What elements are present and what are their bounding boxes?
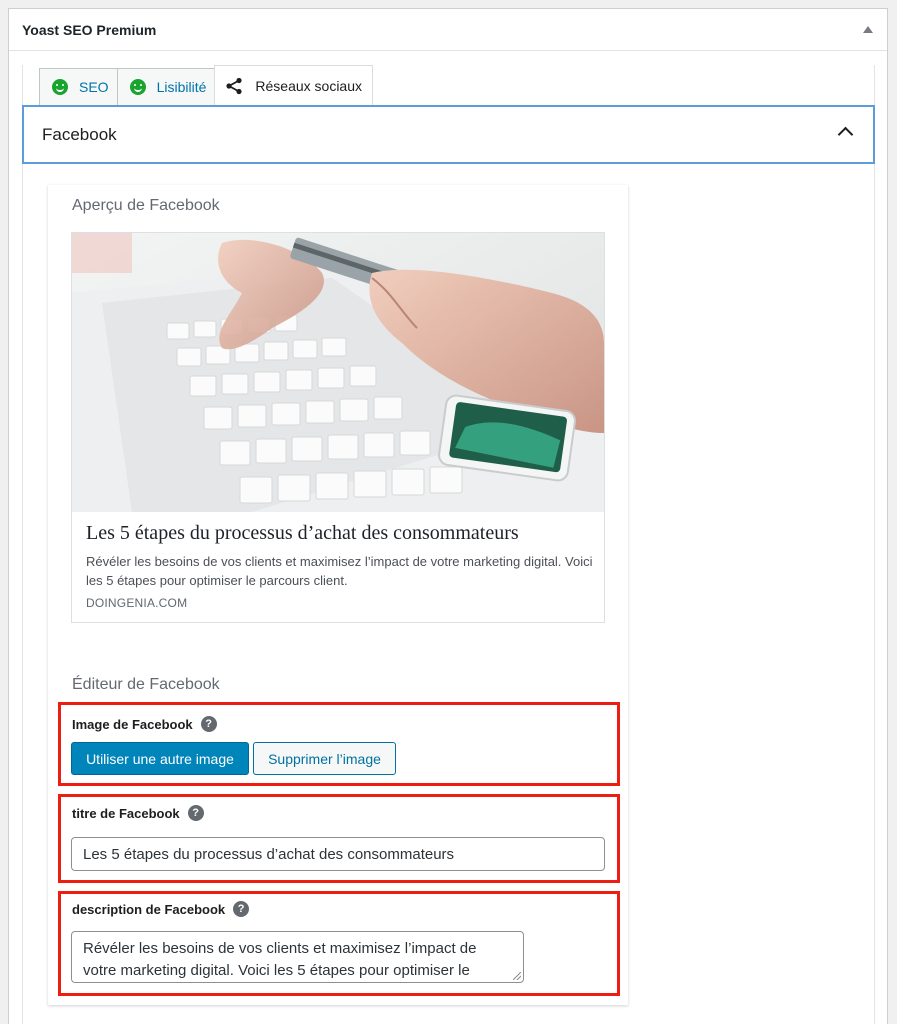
preview-heading: Aperçu de Facebook — [72, 197, 220, 214]
facebook-description-textarea[interactable]: Révéler les besoins de vos clients et ma… — [71, 931, 524, 983]
facebook-section-toggle[interactable]: Facebook — [22, 105, 875, 164]
preview-domain: DOINGENIA.COM — [86, 596, 188, 610]
preview-title: Les 5 étapes du processus d’achat des co… — [86, 522, 519, 544]
laptop-hands-image — [72, 233, 604, 512]
smiley-icon — [129, 79, 146, 95]
collapse-arrow-icon[interactable] — [863, 26, 873, 33]
metabox-title: Yoast SEO Premium — [22, 21, 157, 38]
facebook-panel: Aperçu de Facebook Les 5 étapes du proce… — [48, 185, 628, 1005]
tab-label: SEO — [79, 79, 109, 95]
metabox-content: SEO Lisibilité Réseaux sociaux Facebook — [22, 65, 875, 1024]
chevron-up-icon — [837, 126, 854, 143]
preview-text: Les 5 étapes du processus d’achat des co… — [86, 520, 594, 610]
tab-label: Lisibilité — [156, 79, 207, 95]
tab-bar: SEO Lisibilité Réseaux sociaux — [39, 65, 374, 105]
tab-seo[interactable]: SEO — [39, 68, 118, 105]
share-icon — [226, 77, 242, 94]
facebook-preview-card: Les 5 étapes du processus d’achat des co… — [71, 232, 605, 623]
preview-description: Révéler les besoins de vos clients et ma… — [86, 554, 593, 588]
facebook-title-input[interactable]: Les 5 étapes du processus d’achat des co… — [71, 837, 605, 871]
image-field-label: Image de Facebook ? — [72, 716, 217, 732]
title-field-label: titre de Facebook ? — [72, 805, 204, 821]
metabox-header[interactable]: Yoast SEO Premium — [9, 9, 887, 51]
help-icon[interactable]: ? — [200, 716, 217, 732]
help-icon[interactable]: ? — [187, 805, 204, 821]
preview-image[interactable] — [72, 233, 604, 512]
description-field-label: description de Facebook ? — [72, 901, 250, 917]
tab-label: Réseaux sociaux — [255, 77, 363, 94]
use-other-image-button[interactable]: Utiliser une autre image — [71, 742, 249, 775]
tab-social[interactable]: Réseaux sociaux — [214, 65, 374, 105]
resize-handle-icon[interactable] — [513, 972, 521, 980]
facebook-section-title: Facebook — [42, 124, 117, 144]
yoast-metabox: Yoast SEO Premium SEO Lisibilité Réseaux… — [8, 8, 888, 1024]
tab-readability[interactable]: Lisibilité — [116, 68, 216, 105]
remove-image-button[interactable]: Supprimer l’image — [253, 742, 396, 775]
editor-heading: Éditeur de Facebook — [72, 676, 220, 693]
help-icon[interactable]: ? — [233, 901, 250, 917]
smiley-icon — [52, 79, 68, 95]
